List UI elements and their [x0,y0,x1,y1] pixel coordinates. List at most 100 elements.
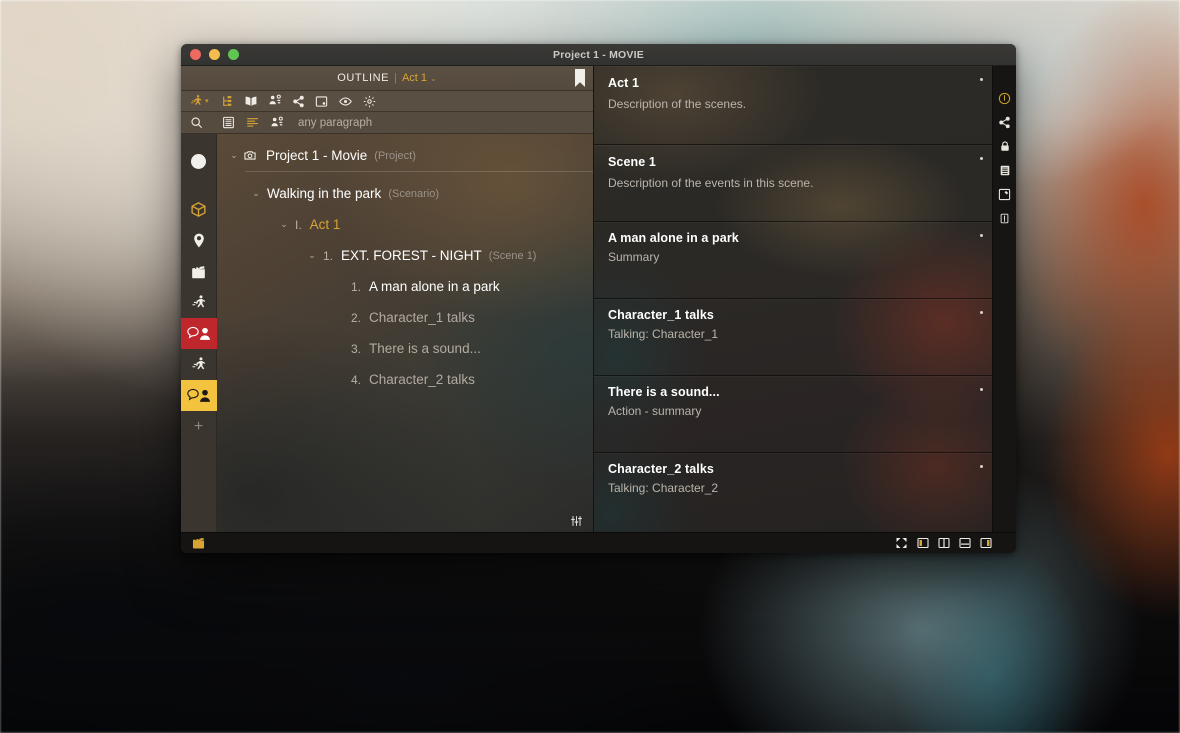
outline-title: OUTLINE [337,72,390,84]
card-item[interactable]: A man alone in a park Summary [594,222,992,299]
sidebar-item-locations[interactable] [181,225,217,256]
clapperboard-icon[interactable] [191,536,206,550]
tree-row-act[interactable]: ⌄ I. Act 1 [217,209,593,240]
expand-icon[interactable] [895,537,908,549]
cards-list: Act 1 Description of the scenes. Scene 1… [593,66,992,532]
card-subtitle: Talking: Character_1 [608,327,719,341]
runner-icon [190,294,207,311]
eye-icon[interactable] [338,95,353,108]
tree-row-number: I. [295,217,302,232]
layout-controls [895,537,992,549]
sidebar-item-actions[interactable] [181,287,217,318]
list-lines-icon[interactable] [246,116,259,129]
tree-row-paragraph[interactable]: ▾ 4. Character_2 talks [217,364,593,395]
tree-row-number: 1. [351,279,362,294]
tree-row-label: Act 1 [309,217,341,232]
window-titlebar: Project 1 - MOVIE [181,44,1016,66]
window-title: Project 1 - MOVIE [553,48,644,61]
card-status-dot[interactable] [980,388,983,391]
tree-row-type: (Scene 1) [488,249,537,262]
left-icon-rail: + [181,134,217,532]
share-icon[interactable] [998,116,1011,129]
outline-main: + ⌄ Project 1 - Movie (Project) ⌄ Walkin… [181,134,593,532]
share-icon[interactable] [292,95,305,108]
chevron-down-icon[interactable]: ⌄ [249,188,263,199]
card-item[interactable]: Character_2 talks Talking: Character_2 [594,453,992,530]
card-title: Character_2 talks [608,462,714,476]
cube-icon [190,201,207,218]
sliders-icon[interactable] [570,515,583,527]
layout-right-icon[interactable] [980,537,992,549]
book-icon[interactable] [244,95,258,108]
card-status-dot[interactable] [980,311,983,314]
tree-row-paragraph[interactable]: ▾ 3. There is a sound... [217,333,593,364]
card-subtitle: Action - summary [608,404,702,418]
layout-bottom-icon[interactable] [959,537,971,549]
outline-tree: ⌄ Project 1 - Movie (Project) ⌄ Walking … [217,134,593,532]
tree-row-label: Project 1 - Movie [266,148,368,163]
card-item[interactable]: Scene 1 Description of the events in thi… [594,145,992,222]
search-input[interactable]: any paragraph [298,117,372,129]
card-status-dot[interactable] [980,78,983,81]
tree-row-label: Walking in the park [267,186,382,201]
gear-icon[interactable] [363,95,376,108]
tree-row-number: 2. [351,310,362,325]
chevron-placeholder-icon: ▾ [333,343,347,354]
sidebar-add-button[interactable]: + [181,411,217,442]
tree-row-scenario[interactable]: ⌄ Walking in the park (Scenario) [217,178,593,209]
sidebar-item-scenes[interactable] [181,256,217,287]
tree-row-number: 4. [351,372,362,387]
sidebar-item-dialogue-2[interactable] [181,380,217,411]
bookmark-icon[interactable] [575,69,585,87]
sidebar-item-objects[interactable] [181,194,217,225]
chevron-down-icon[interactable]: ⌄ [277,219,291,230]
card-title: A man alone in a park [608,231,739,245]
tree-row-label: Character_2 talks [369,372,475,387]
card-status-dot[interactable] [980,465,983,468]
camera-icon [243,149,257,162]
tree-row-number: 3. [351,341,362,356]
document-icon[interactable] [999,164,1011,177]
character-node-icon[interactable] [268,94,282,108]
chevron-down-icon[interactable]: ⌄ [305,250,319,261]
tree-row-scene[interactable]: ⌄ 1. EXT. FOREST - NIGHT (Scene 1) [217,240,593,271]
tree-row-type: (Project) [374,149,416,162]
tree-row-label: Character_1 talks [369,310,475,325]
lock-icon[interactable] [999,140,1011,153]
tree-row-paragraph[interactable]: ▾ 2. Character_1 talks [217,302,593,333]
tree-row-label: A man alone in a park [369,279,500,294]
card-item[interactable]: There is a sound... Action - summary [594,376,992,453]
character-node-icon[interactable] [270,116,284,130]
card-status-dot[interactable] [980,234,983,237]
window-body: OUTLINE | Act 1 ⌄ ▾ any paragraph + ⌄ Pr… [181,66,1016,532]
chevron-down-icon[interactable]: ⌄ [227,150,241,161]
card-icon[interactable] [315,95,328,108]
runner-icon[interactable] [189,94,203,108]
card-status-dot[interactable] [980,157,983,160]
outline-toolbar: ▾ [181,91,593,112]
outline-act-selector[interactable]: Act 1 [402,72,427,84]
tree-row-project[interactable]: ⌄ Project 1 - Movie (Project) [217,140,593,171]
outline-panel: OUTLINE | Act 1 ⌄ ▾ any paragraph + ⌄ Pr… [181,66,593,532]
layout-left-icon[interactable] [917,537,929,549]
sidebar-item-dialogue-1[interactable] [181,318,217,349]
chevron-placeholder-icon: ▾ [333,281,347,292]
chevron-down-icon[interactable]: ▾ [205,97,209,105]
tree-row-paragraph[interactable]: ▾ 1. A man alone in a park [217,271,593,302]
card-item[interactable]: Act 1 Description of the scenes. [594,66,992,145]
search-icon[interactable] [190,116,203,129]
plus-icon: + [193,417,204,435]
tools-icon[interactable] [998,188,1011,201]
panel-icon[interactable] [999,212,1010,225]
list-dense-icon[interactable] [222,116,235,129]
circle-icon [191,154,206,169]
sidebar-item-overview[interactable] [181,146,217,177]
hierarchy-icon[interactable] [221,95,234,108]
sidebar-item-actions-2[interactable] [181,349,217,380]
card-subtitle: Summary [608,250,660,264]
info-icon[interactable] [998,92,1011,105]
card-item[interactable]: Character_1 talks Talking: Character_1 [594,299,992,376]
right-icon-rail [992,66,1016,532]
layout-split-icon[interactable] [938,537,950,549]
chevron-down-icon[interactable]: ⌄ [430,74,437,83]
